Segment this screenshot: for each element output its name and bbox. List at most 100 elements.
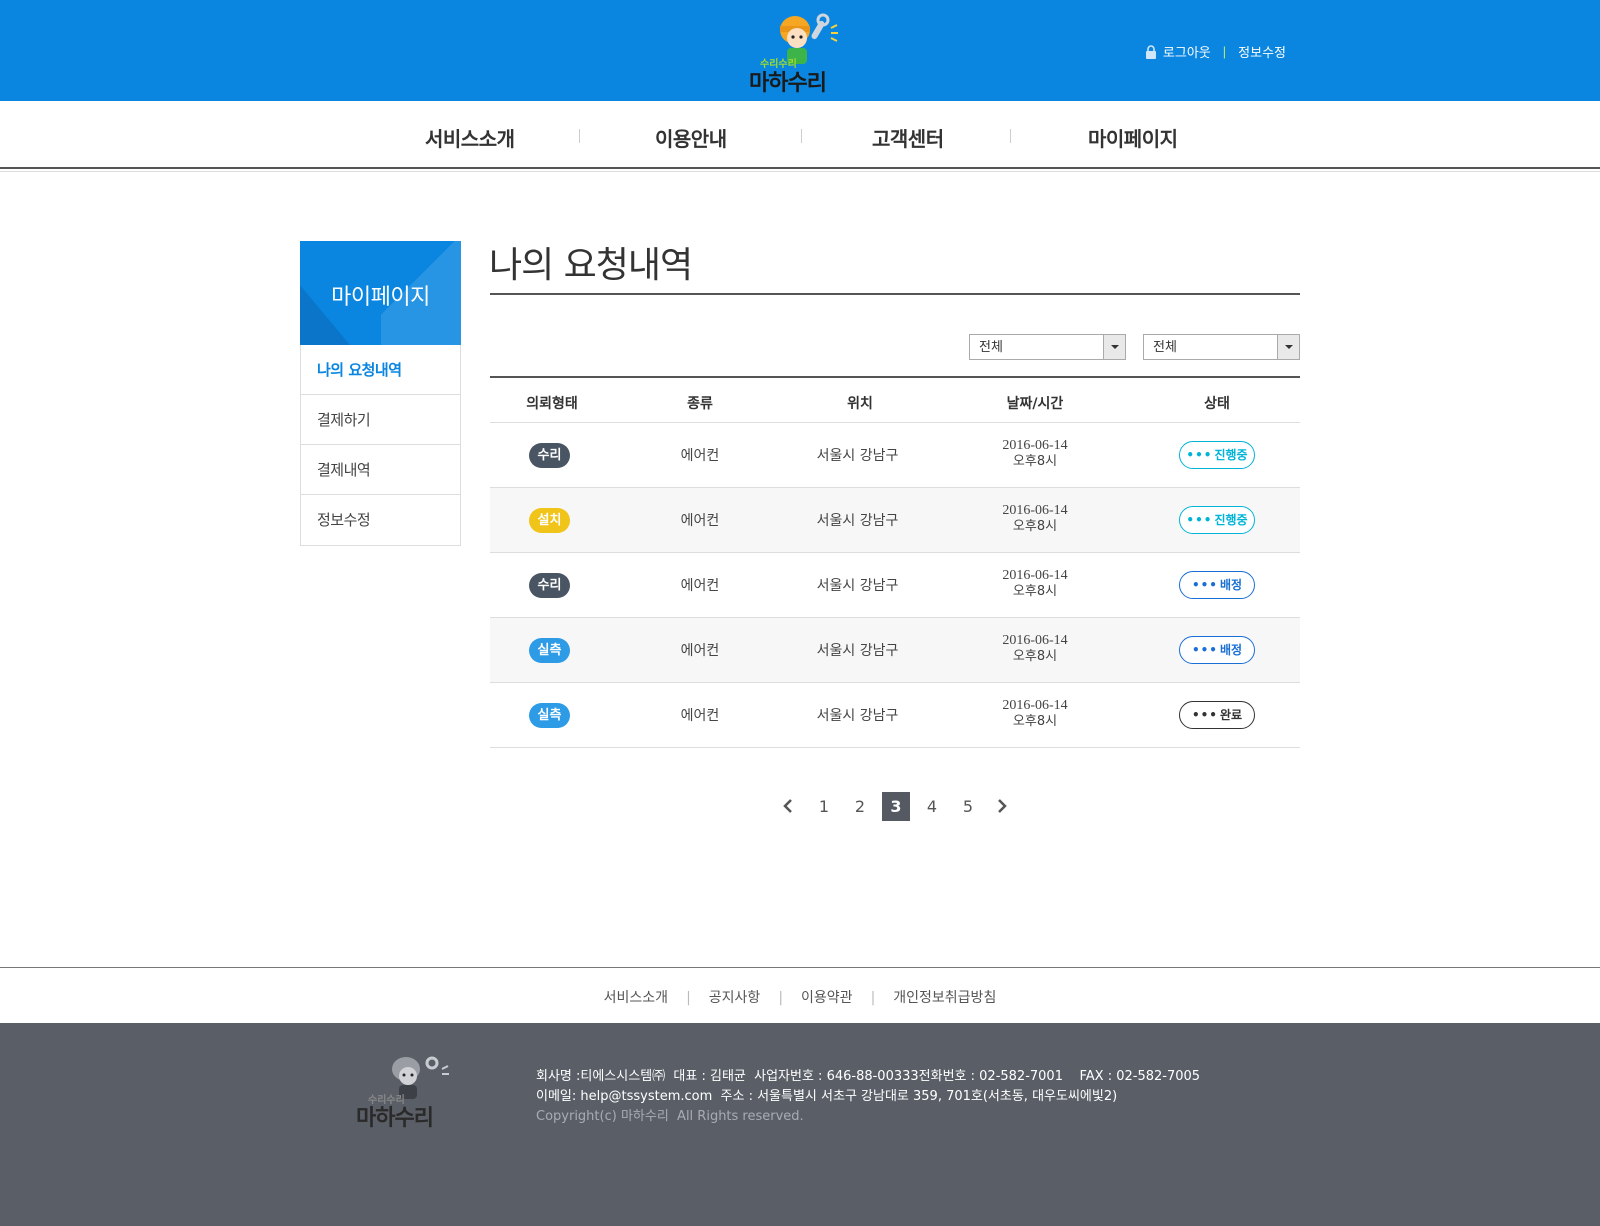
more-dots-icon: ••• (1191, 578, 1218, 592)
site-logo[interactable]: 수리수리 마하수리 (745, 8, 857, 96)
status-label: 배정 (1219, 578, 1243, 592)
footer-logo-text: 마하수리 (356, 1106, 434, 1131)
date-text: 2016-06-14 (1002, 438, 1068, 453)
filter-select-1[interactable]: 전체 (969, 334, 1126, 360)
sidebar-item-edit-info[interactable]: 정보수정 (301, 495, 460, 545)
filter-select-2[interactable]: 전체 (1143, 334, 1300, 360)
contact-line: 이메일: help@tssystem.com 주소 : 서울특별시 서초구 강남… (536, 1089, 1118, 1104)
nav-item-service[interactable]: 서비스소개 (425, 123, 515, 152)
site-footer: 수리수리 마하수리 회사명 :티에스시스템㈜ 대표 : 김태균 사업자번호 : … (0, 1023, 1600, 1226)
chevron-left-icon[interactable] (774, 792, 802, 821)
footer-link-service[interactable]: 서비스소개 (604, 990, 668, 1006)
footer-logo: 수리수리 마하수리 (356, 1053, 466, 1137)
sidebar-title: 마이페이지 (331, 285, 430, 310)
column-header-kind: 종류 (687, 396, 713, 412)
footer-link-privacy[interactable]: 개인정보취급방침 (893, 990, 996, 1006)
status-label: 진행중 (1214, 448, 1248, 462)
status-button[interactable]: ••• 진행중 (1179, 506, 1255, 534)
request-type-badge: 수리 (529, 443, 570, 468)
datetime-cell: 2016-06-14 오후8시 (980, 698, 1090, 730)
chevron-right-icon[interactable] (988, 792, 1016, 821)
location-cell: 서울시 강남구 (816, 513, 899, 529)
footer-link-notice[interactable]: 공지사항 (709, 990, 761, 1006)
top-links: 로그아웃 | 정보수정 (1145, 42, 1286, 61)
table-header: 의뢰형태 종류 위치 날짜/시간 상태 (490, 376, 1300, 423)
location-cell: 서울시 강남구 (816, 708, 899, 724)
page-button-current[interactable]: 3 (882, 792, 910, 821)
table-row[interactable]: 수리 에어컨 서울시 강남구 2016-06-14 오후8시 ••• 진행중 (490, 423, 1300, 488)
chevron-down-icon[interactable] (1277, 335, 1299, 359)
filter-select-2-value: 전체 (1153, 339, 1177, 354)
kind-cell: 에어컨 (680, 643, 720, 659)
table-body: 수리 에어컨 서울시 강남구 2016-06-14 오후8시 ••• 진행중 설치 에어컨 서울시… (490, 423, 1300, 748)
location-cell: 서울시 강남구 (816, 643, 899, 659)
time-text: 오후8시 (1012, 454, 1058, 469)
edit-info-link[interactable]: 정보수정 (1238, 42, 1286, 61)
footer-links: 서비스소개 | 공지사항 | 이용약관 | 개인정보취급방침 (603, 990, 997, 1006)
sidebar: 마이페이지 나의 요청내역 결제하기 결제내역 정보수정 (300, 241, 461, 546)
table-row[interactable]: 실측 에어컨 서울시 강남구 2016-06-14 오후8시 ••• 완료 (490, 683, 1300, 748)
date-text: 2016-06-14 (1002, 503, 1068, 518)
time-text: 오후8시 (1012, 714, 1058, 729)
page-button[interactable]: 5 (954, 792, 982, 821)
status-button[interactable]: ••• 배정 (1179, 636, 1255, 664)
pagination: 1 2 3 4 5 (0, 792, 1600, 822)
footer-link-terms[interactable]: 이용약관 (801, 990, 853, 1006)
page-button[interactable]: 2 (846, 792, 874, 821)
nav-item-mypage[interactable]: 마이페이지 (1088, 123, 1178, 152)
kind-cell: 에어컨 (680, 513, 720, 529)
location-cell: 서울시 강남구 (816, 578, 899, 594)
status-label: 진행중 (1214, 513, 1248, 527)
datetime-cell: 2016-06-14 오후8시 (980, 503, 1090, 535)
request-type-badge: 설치 (529, 508, 570, 533)
table-row[interactable]: 설치 에어컨 서울시 강남구 2016-06-14 오후8시 ••• 진행중 (490, 488, 1300, 553)
sidebar-item-my-requests[interactable]: 나의 요청내역 (301, 345, 460, 395)
datetime-cell: 2016-06-14 오후8시 (980, 568, 1090, 600)
column-header-status: 상태 (1204, 396, 1230, 412)
sidebar-item-payment-history[interactable]: 결제내역 (301, 445, 460, 495)
table-row[interactable]: 수리 에어컨 서울시 강남구 2016-06-14 오후8시 ••• 배정 (490, 553, 1300, 618)
filter-select-1-value: 전체 (979, 339, 1003, 354)
lock-icon (1145, 44, 1157, 59)
request-type-badge: 실측 (529, 703, 570, 728)
time-text: 오후8시 (1012, 519, 1058, 534)
status-button[interactable]: ••• 배정 (1179, 571, 1255, 599)
time-text: 오후8시 (1012, 584, 1058, 599)
company-info: 회사명 :티에스시스템㈜ 대표 : 김태균 사업자번호 : 646-88-003… (536, 1067, 1200, 1127)
page-title: 나의 요청내역 (489, 245, 693, 286)
status-button[interactable]: ••• 완료 (1179, 701, 1255, 729)
copyright: Copyright(c) 마하수리 All Rights reserved. (536, 1109, 804, 1124)
nav-divider (579, 129, 580, 143)
kind-cell: 에어컨 (680, 708, 720, 724)
title-divider (490, 293, 1300, 295)
sidebar-header: 마이페이지 (300, 241, 461, 345)
request-type-badge: 실측 (529, 638, 570, 663)
status-label: 완료 (1219, 708, 1243, 722)
time-text: 오후8시 (1012, 649, 1058, 664)
status-button[interactable]: ••• 진행중 (1179, 441, 1255, 469)
top-header: 수리수리 마하수리 로그아웃 | 정보수정 (0, 0, 1600, 101)
nav-divider (1010, 129, 1011, 143)
datetime-cell: 2016-06-14 오후8시 (980, 438, 1090, 470)
more-dots-icon: ••• (1191, 643, 1218, 657)
main-nav: 서비스소개 이용안내 고객센터 마이페이지 (0, 101, 1600, 172)
date-text: 2016-06-14 (1002, 568, 1068, 583)
date-text: 2016-06-14 (1002, 633, 1068, 648)
chevron-down-icon[interactable] (1103, 335, 1125, 359)
footer-divider (0, 967, 1600, 968)
nav-item-support[interactable]: 고객센터 (872, 123, 944, 152)
column-header-type: 의뢰형태 (526, 396, 578, 412)
company-line: 회사명 :티에스시스템㈜ 대표 : 김태균 사업자번호 : 646-88-003… (536, 1069, 1201, 1084)
nav-item-guide[interactable]: 이용안내 (655, 123, 727, 152)
more-dots-icon: ••• (1186, 448, 1213, 462)
nav-divider (801, 129, 802, 143)
location-cell: 서울시 강남구 (816, 448, 899, 464)
table-row[interactable]: 실측 에어컨 서울시 강남구 2016-06-14 오후8시 ••• 배정 (490, 618, 1300, 683)
sidebar-item-payment[interactable]: 결제하기 (301, 395, 460, 445)
logout-link[interactable]: 로그아웃 (1163, 42, 1211, 61)
datetime-cell: 2016-06-14 오후8시 (980, 633, 1090, 665)
page-button[interactable]: 1 (810, 792, 838, 821)
sidebar-menu: 나의 요청내역 결제하기 결제내역 정보수정 (300, 345, 461, 546)
request-table: 의뢰형태 종류 위치 날짜/시간 상태 수리 에어컨 서울시 강남구 2016-06-… (490, 376, 1300, 748)
page-button[interactable]: 4 (918, 792, 946, 821)
